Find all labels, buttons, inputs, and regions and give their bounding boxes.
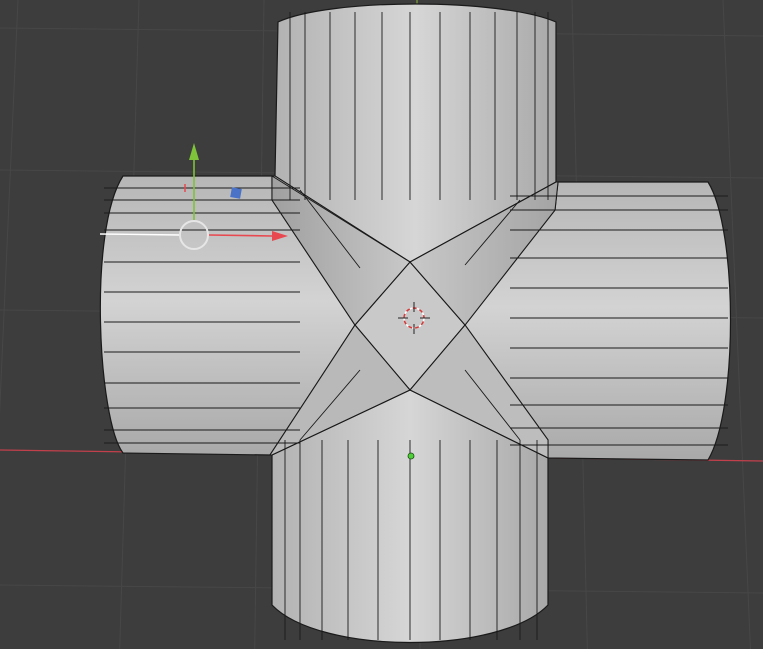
3d-viewport[interactable] [0,0,763,649]
gizmo-x-arrow-shaft[interactable] [208,234,273,237]
pipe-cross-mesh[interactable] [99,3,732,644]
gizmo-y-arrow-head[interactable] [189,143,199,160]
object-origin-point[interactable] [407,452,415,460]
gizmo-z-handle[interactable] [230,187,242,199]
gizmo-x-axis-line [99,233,181,236]
